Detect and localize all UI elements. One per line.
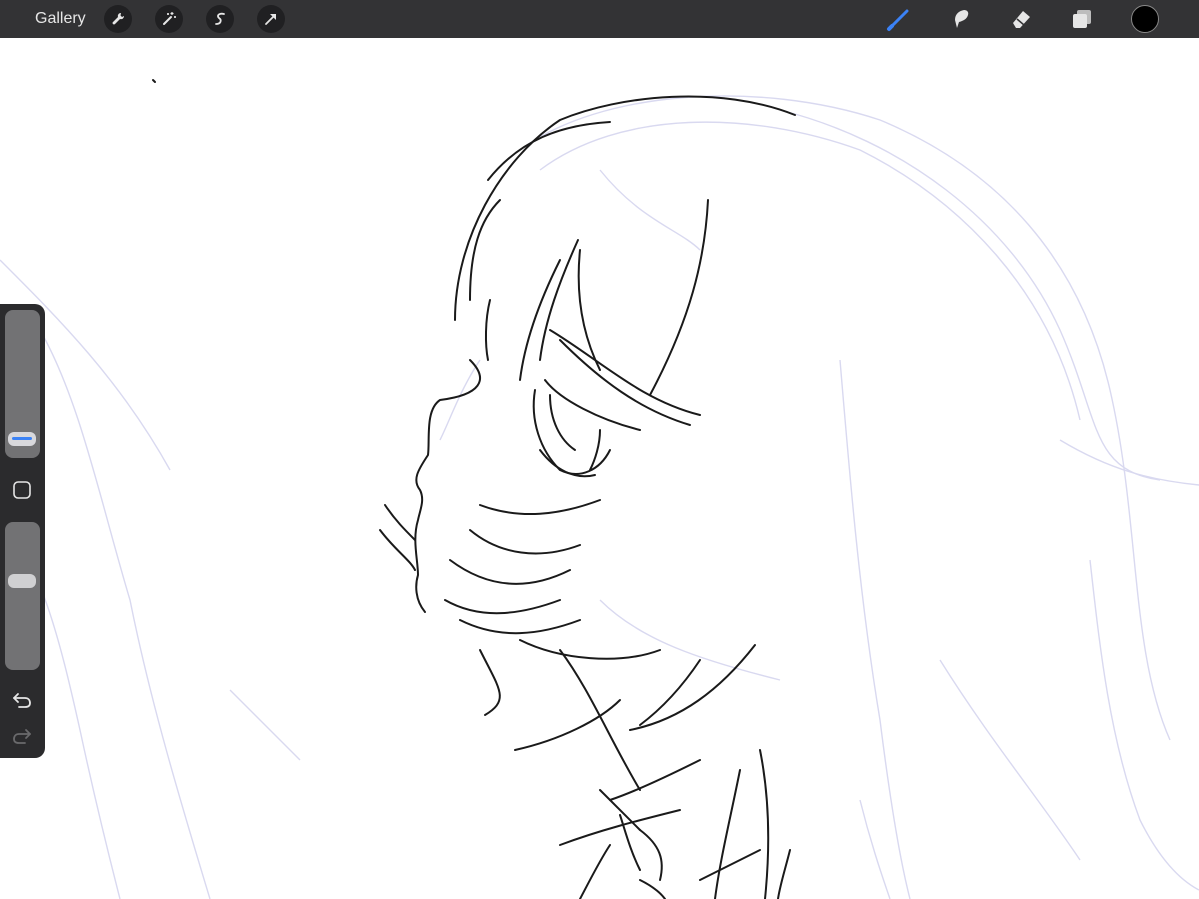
smudge-icon: [955, 10, 969, 28]
brush-size-slider[interactable]: [5, 310, 40, 458]
magic-wand-icon: [163, 12, 176, 25]
selection-button[interactable]: [206, 5, 234, 33]
arrow-cursor-icon: [265, 14, 276, 25]
color-picker-button[interactable]: [1131, 5, 1159, 33]
layers-button[interactable]: [1067, 4, 1097, 34]
gallery-button[interactable]: Gallery: [35, 9, 86, 29]
brush-tool-button[interactable]: [884, 4, 914, 34]
actions-button[interactable]: [104, 5, 132, 33]
selection-s-icon: [215, 12, 225, 25]
brush-size-indicator: [12, 437, 32, 440]
smudge-tool-button[interactable]: [945, 4, 975, 34]
brush-size-handle[interactable]: [8, 432, 36, 446]
redo-icon[interactable]: [10, 724, 34, 748]
undo-icon[interactable]: [10, 688, 34, 712]
top-toolbar: Gallery: [0, 0, 1199, 38]
eraser-tool-button[interactable]: [1006, 4, 1036, 34]
opacity-handle[interactable]: [8, 574, 36, 588]
side-toolbar: [0, 304, 45, 758]
layers-icon: [1073, 10, 1091, 28]
eraser-icon: [1013, 11, 1030, 28]
line-art-layer: [152, 79, 796, 899]
sketch-layer: [0, 95, 1199, 899]
adjustments-button[interactable]: [155, 5, 183, 33]
opacity-slider[interactable]: [5, 522, 40, 670]
square-icon[interactable]: [12, 480, 32, 500]
transform-button[interactable]: [257, 5, 285, 33]
wrench-icon: [112, 12, 125, 25]
brush-icon: [887, 9, 909, 31]
drawing-canvas[interactable]: [0, 38, 1199, 899]
